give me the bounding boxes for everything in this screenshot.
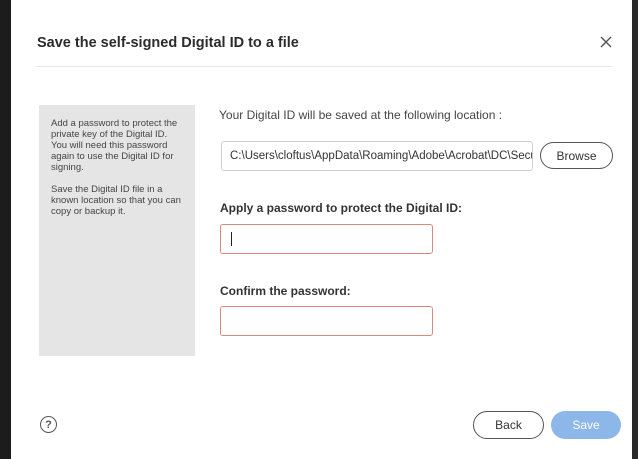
- location-label: Your Digital ID will be saved at the fol…: [219, 108, 503, 122]
- browse-button[interactable]: Browse: [540, 142, 613, 169]
- confirm-password-label: Confirm the password:: [220, 284, 351, 298]
- save-button[interactable]: Save: [551, 411, 621, 439]
- info-side-panel: Add a password to protect the private ke…: [39, 105, 195, 356]
- password-label: Apply a password to protect the Digital …: [220, 201, 463, 215]
- title-divider: [37, 66, 611, 67]
- background-window-edge-right: [632, 0, 638, 459]
- info-paragraph-location: Save the Digital ID file in a known loca…: [51, 184, 181, 217]
- file-path-field[interactable]: C:\Users\cloftus\AppData\Roaming\Adobe\A…: [221, 141, 533, 171]
- confirm-password-input[interactable]: [220, 306, 433, 336]
- dialog-title: Save the self-signed Digital ID to a fil…: [37, 35, 299, 51]
- password-input[interactable]: [220, 224, 433, 254]
- info-paragraph-password: Add a password to protect the private ke…: [51, 118, 178, 173]
- background-window-edge: [0, 0, 11, 459]
- save-digital-id-dialog: Save the self-signed Digital ID to a fil…: [16, 10, 632, 459]
- close-icon[interactable]: [600, 36, 616, 52]
- text-caret: [231, 232, 232, 246]
- help-icon[interactable]: ?: [40, 416, 57, 433]
- back-button[interactable]: Back: [473, 411, 544, 439]
